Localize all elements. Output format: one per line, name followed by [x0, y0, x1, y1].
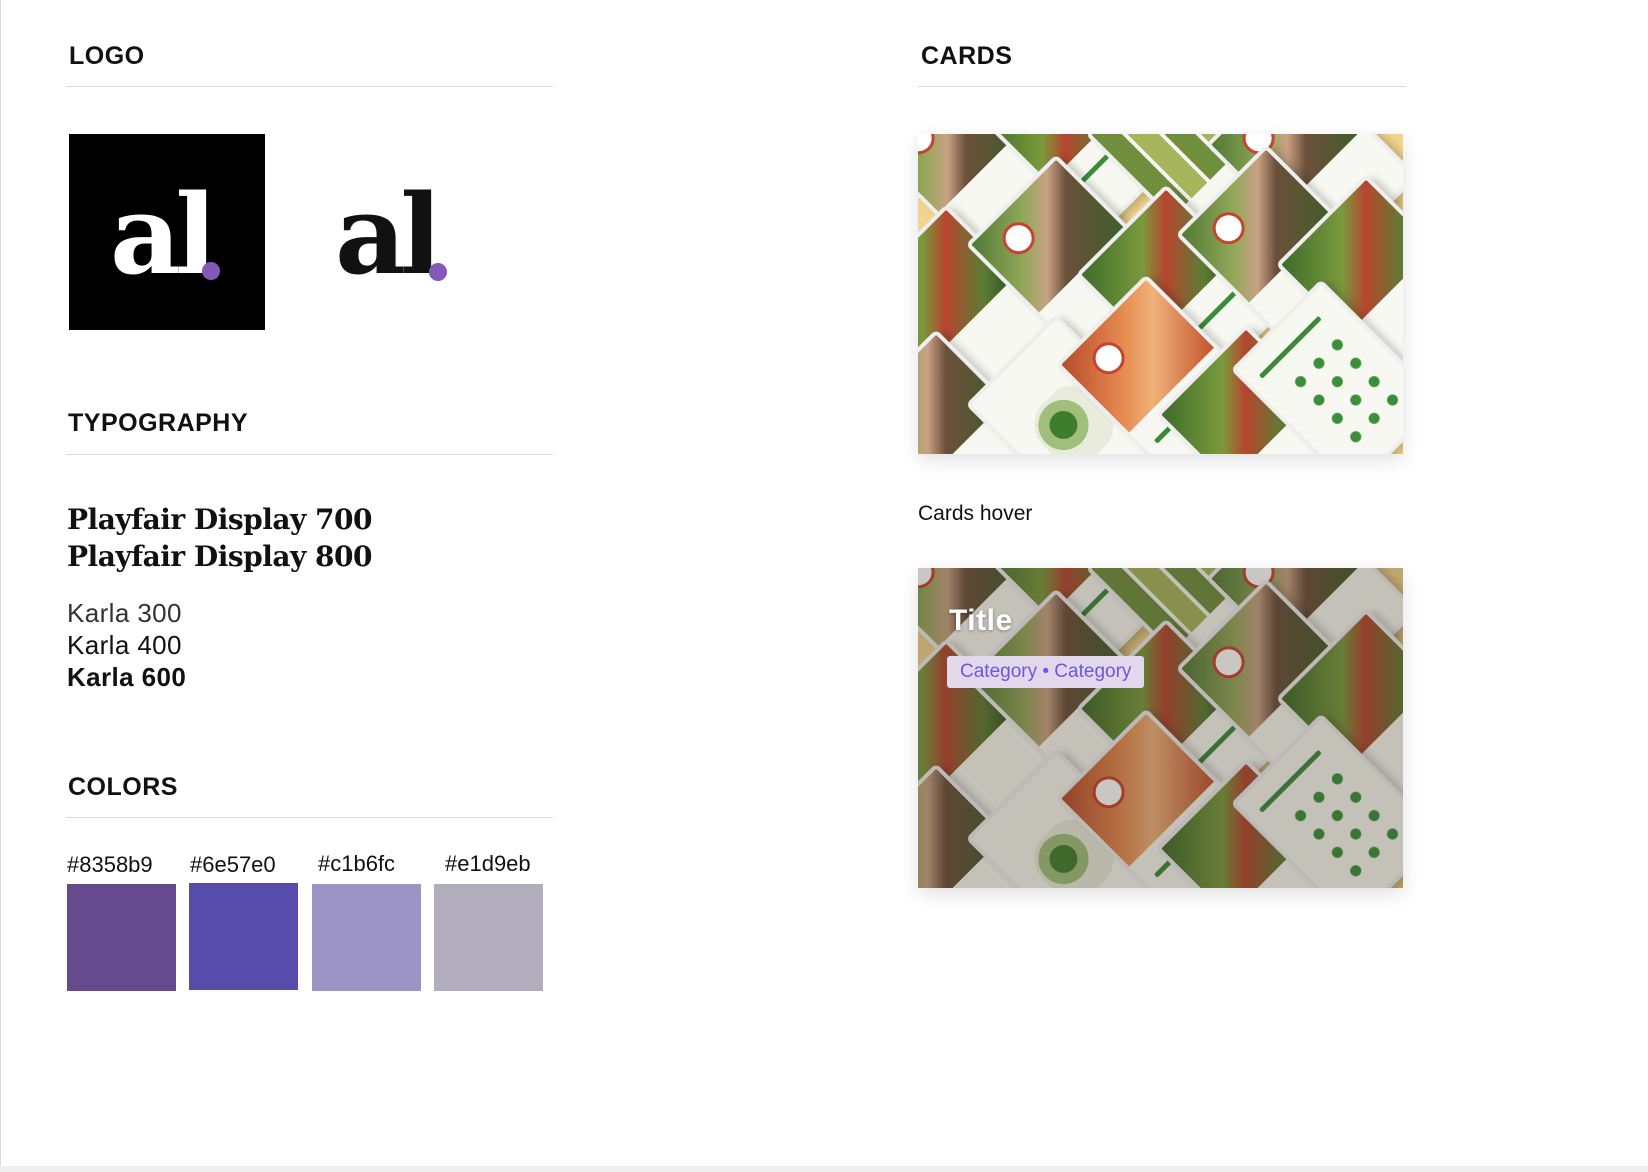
project-card[interactable]: [918, 134, 1403, 454]
sans-sample-400: Karla 400: [67, 630, 182, 660]
logo-light-mark: al: [335, 170, 442, 299]
logo-light-dot: [429, 263, 447, 281]
logo-dark-dot: [202, 262, 220, 280]
swatch-6e57e0: [189, 883, 298, 990]
typography-divider: [66, 454, 553, 455]
sans-sample-600: Karla 600: [67, 662, 187, 692]
logo-divider: [66, 86, 553, 87]
swatch-e1d9eb: [434, 884, 543, 991]
cards-heading: CARDS: [921, 42, 1013, 70]
colors-heading: COLORS: [68, 773, 178, 801]
page-frame-left: [0, 0, 1, 1172]
swatch-label: #c1b6fc: [318, 851, 396, 876]
swatch-label: #6e57e0: [190, 852, 276, 877]
swatch-c1b6fc: [312, 884, 421, 991]
serif-sample-700: Playfair Display 700: [67, 503, 372, 536]
logo-dark-mark: al: [110, 170, 217, 299]
logo-dark: al: [69, 134, 265, 330]
card-title: Title: [949, 604, 1013, 637]
swatch-label: #e1d9eb: [445, 851, 531, 876]
swatch-8358b9: [67, 884, 176, 991]
cards-hover-caption: Cards hover: [918, 502, 1033, 525]
swatch-label: #8358b9: [67, 852, 153, 877]
page-frame-bottom: [0, 1166, 1648, 1172]
card-category-tag[interactable]: Category • Category: [947, 656, 1145, 688]
cards-divider: [918, 86, 1406, 87]
serif-sample-800: Playfair Display 800: [67, 540, 372, 573]
project-card-hover[interactable]: Title Category • Category: [918, 568, 1403, 888]
sans-sample-300: Karla 300: [67, 598, 182, 628]
typography-heading: TYPOGRAPHY: [68, 409, 249, 437]
logo-heading: LOGO: [69, 42, 145, 70]
colors-divider: [66, 817, 553, 818]
